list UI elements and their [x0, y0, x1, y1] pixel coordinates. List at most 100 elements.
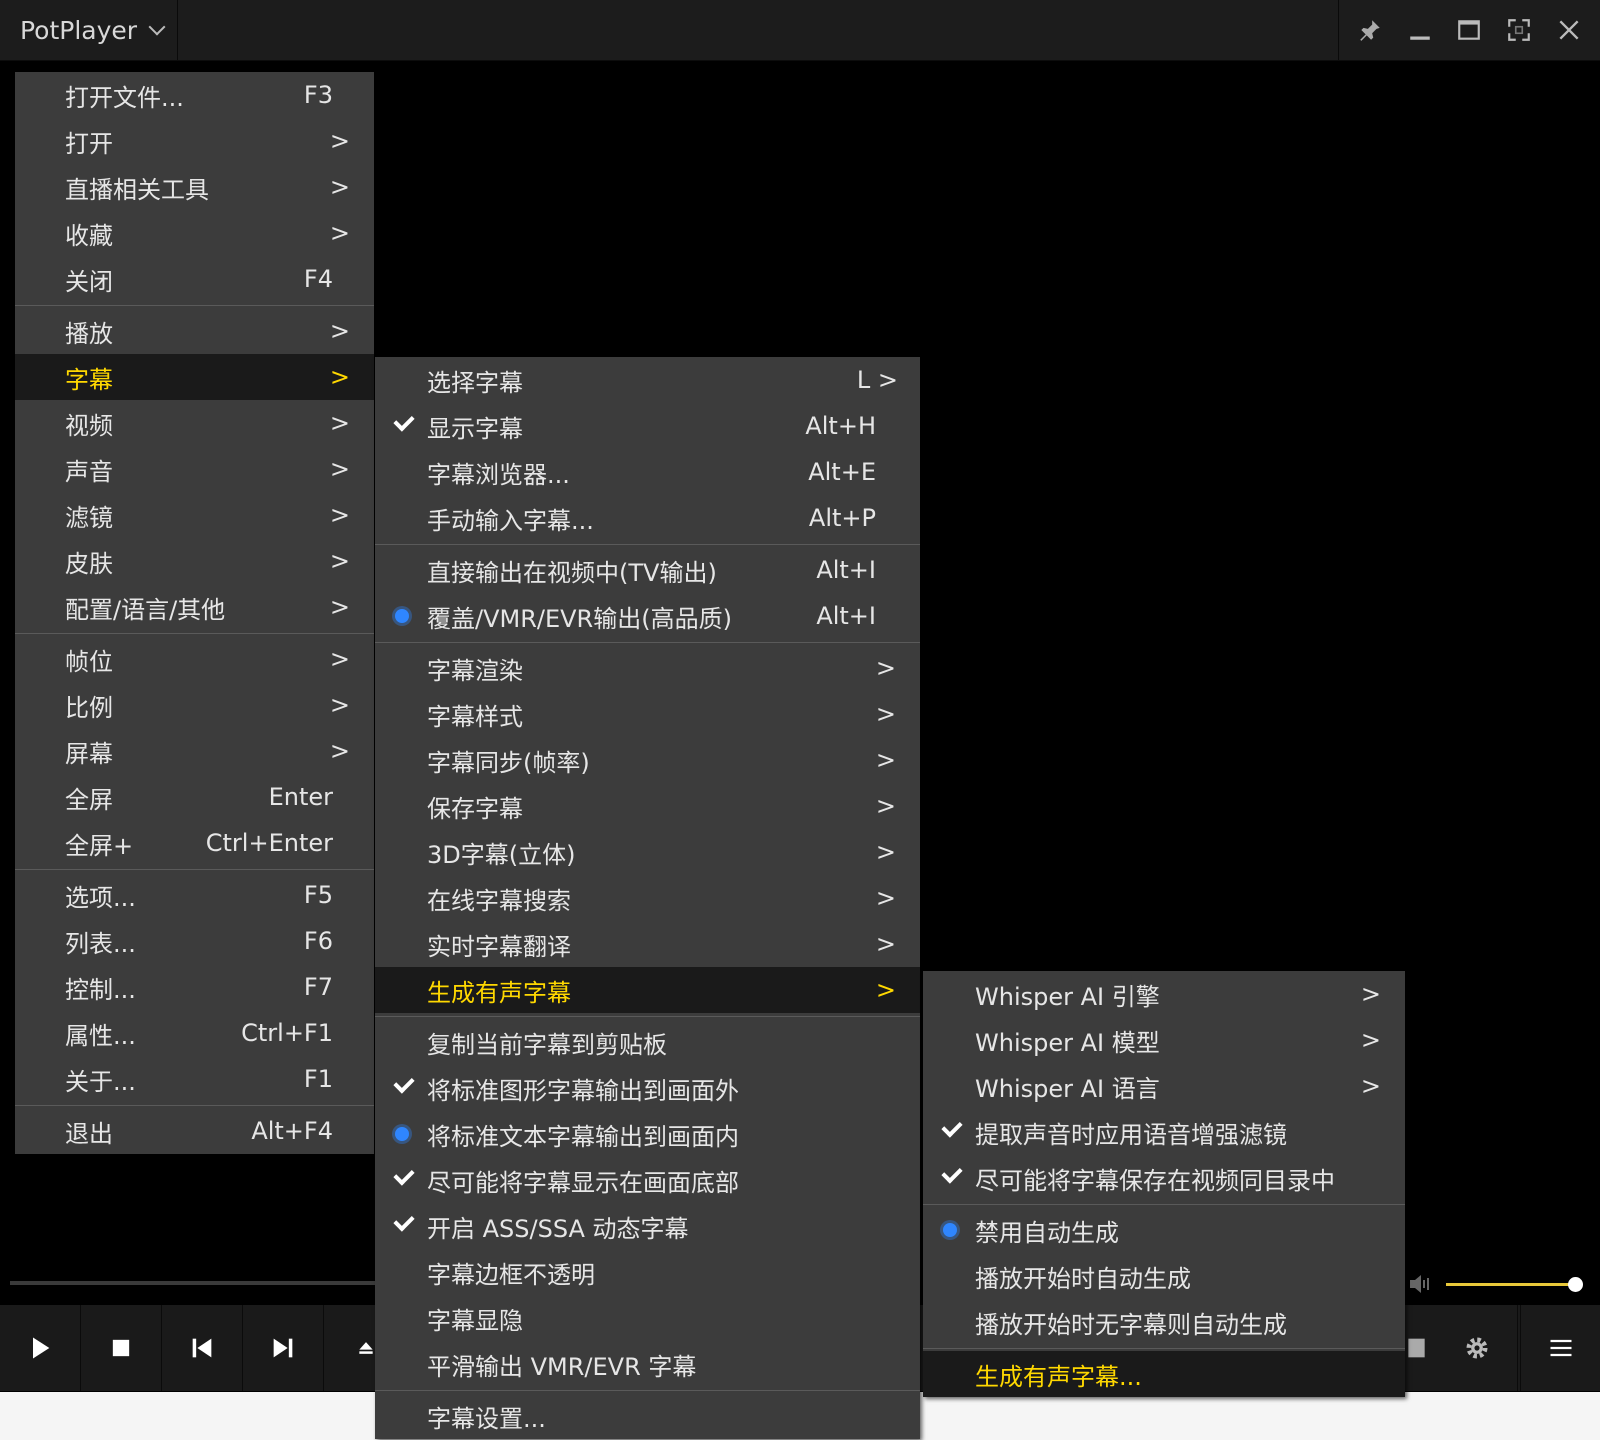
menu-item-text-inside[interactable]: 将标准文本字幕输出到画面内: [375, 1111, 920, 1157]
checkmark-icon: [941, 1116, 963, 1138]
app-title: PotPlayer: [20, 15, 138, 45]
fullscreen-button[interactable]: [1501, 12, 1537, 48]
menu-item-online-search[interactable]: 在线字幕搜索 >: [375, 875, 920, 921]
menu-item-3d-subtitle[interactable]: 3D字幕(立体) >: [375, 829, 920, 875]
menu-item-subtitle-browser[interactable]: 字幕浏览器... Alt+E: [375, 449, 920, 495]
stop-button[interactable]: [81, 1305, 162, 1391]
subtitle-submenu: 选择字幕 L > 显示字幕 Alt+H 字幕浏览器... Alt+E 手动输入字幕..…: [375, 357, 920, 1439]
menu-item-subtitle-sync[interactable]: 字幕同步(帧率) >: [375, 737, 920, 783]
submenu-arrow-icon: >: [329, 691, 350, 719]
menu-separator: [15, 305, 374, 306]
menu-item-show-bottom[interactable]: 尽可能将字幕显示在画面底部: [375, 1157, 920, 1203]
menu-item-skin[interactable]: 皮肤 >: [15, 538, 374, 584]
main-context-menu: 打开文件... F3 打开 > 直播相关工具 > 收藏 > 关闭 F4 播放 > 字幕 > 视…: [15, 72, 374, 1154]
menu-item-save-subtitle[interactable]: 保存字幕 >: [375, 783, 920, 829]
menu-item-auto-on-play[interactable]: 播放开始时自动生成: [923, 1253, 1405, 1299]
app-menu-button[interactable]: PotPlayer: [0, 0, 178, 60]
menu-item-speech-enhance[interactable]: 提取声音时应用语音增强滤镜: [923, 1109, 1405, 1155]
menu-item-save-with-video[interactable]: 尽可能将字幕保存在视频同目录中: [923, 1155, 1405, 1201]
menu-item-disable-auto[interactable]: 禁用自动生成: [923, 1207, 1405, 1253]
menu-item-smooth-output[interactable]: 平滑输出 VMR/EVR 字幕: [375, 1341, 920, 1387]
submenu-arrow-icon: >: [329, 593, 350, 621]
menu-item-playlist[interactable]: 列表... F6: [15, 918, 374, 964]
menu-item-generate-now[interactable]: 生成有声字幕...: [923, 1351, 1405, 1397]
volume-level: [1446, 1283, 1571, 1286]
menu-item-config-language[interactable]: 配置/语言/其他 >: [15, 584, 374, 630]
menu-item-properties[interactable]: 属性... Ctrl+F1: [15, 1010, 374, 1056]
pin-button[interactable]: [1352, 12, 1388, 48]
menu-item-whisper-engine[interactable]: Whisper AI 引擎 >: [923, 971, 1405, 1017]
menu-item-audio[interactable]: 声音 >: [15, 446, 374, 492]
menu-item-fullscreen[interactable]: 全屏 Enter: [15, 774, 374, 820]
menu-item-copy-subtitle[interactable]: 复制当前字幕到剪贴板: [375, 1019, 920, 1065]
menu-item-label: 全屏: [65, 785, 113, 814]
main-menu-button[interactable]: [1520, 1305, 1600, 1391]
menu-item-label: 手动输入字幕...: [427, 506, 594, 535]
menu-item-label: 尽可能将字幕保存在视频同目录中: [975, 1166, 1335, 1195]
menu-item-exit[interactable]: 退出 Alt+F4: [15, 1108, 374, 1154]
menu-item-video[interactable]: 视频 >: [15, 400, 374, 446]
menu-item-options[interactable]: 选项... F5: [15, 872, 374, 918]
submenu-arrow-icon: >: [1360, 1026, 1381, 1054]
menu-item-whisper-language[interactable]: Whisper AI 语言 >: [923, 1063, 1405, 1109]
menu-item-open-file[interactable]: 打开文件... F3: [15, 72, 374, 118]
minimize-button[interactable]: [1402, 12, 1438, 48]
previous-button[interactable]: [162, 1305, 243, 1391]
menu-item-ass-ssa[interactable]: 开启 ASS/SSA 动态字幕: [375, 1203, 920, 1249]
menu-item-filters[interactable]: 滤镜 >: [15, 492, 374, 538]
menu-item-open[interactable]: 打开 >: [15, 118, 374, 164]
menu-item-label: 帧位: [65, 647, 113, 676]
menu-item-label: 字幕样式: [427, 702, 523, 731]
volume-knob[interactable]: [1568, 1277, 1583, 1292]
menu-item-label: 关于...: [65, 1067, 136, 1096]
next-button[interactable]: [243, 1305, 324, 1391]
radio-selected-icon: [395, 1127, 409, 1141]
close-button[interactable]: [1551, 12, 1587, 48]
menu-item-playback[interactable]: 播放 >: [15, 308, 374, 354]
menu-item-generate-audio-subtitle[interactable]: 生成有声字幕 >: [375, 967, 920, 1013]
submenu-arrow-icon: >: [329, 455, 350, 483]
window-controls: [1338, 0, 1600, 60]
eject-button[interactable]: [324, 1305, 380, 1391]
menu-item-opaque-border[interactable]: 字幕边框不透明: [375, 1249, 920, 1295]
menu-item-shortcut: Alt+I: [816, 602, 876, 630]
menu-item-label: Whisper AI 引擎: [975, 982, 1160, 1011]
menu-item-select-subtitle[interactable]: 选择字幕 L >: [375, 357, 920, 403]
seek-bar[interactable]: [10, 1281, 380, 1285]
menu-item-shortcut: Alt+F4: [251, 1117, 333, 1145]
menu-item-screen[interactable]: 屏幕 >: [15, 728, 374, 774]
menu-item-control[interactable]: 控制... F7: [15, 964, 374, 1010]
menu-item-fullscreen-plus[interactable]: 全屏+ Ctrl+Enter: [15, 820, 374, 866]
menu-item-aspect-ratio[interactable]: 比例 >: [15, 682, 374, 728]
maximize-button[interactable]: [1451, 12, 1487, 48]
playlist-button[interactable]: [1405, 1305, 1435, 1391]
menu-item-live-tools[interactable]: 直播相关工具 >: [15, 164, 374, 210]
menu-item-subtitle-render[interactable]: 字幕渲染 >: [375, 645, 920, 691]
menu-item-frame[interactable]: 帧位 >: [15, 636, 374, 682]
menu-item-subtitle-style[interactable]: 字幕样式 >: [375, 691, 920, 737]
stop-icon: [112, 1339, 130, 1357]
settings-button[interactable]: [1437, 1305, 1518, 1391]
menu-item-toggle-subtitle[interactable]: 字幕显隐: [375, 1295, 920, 1341]
menu-item-auto-if-none[interactable]: 播放开始时无字幕则自动生成: [923, 1299, 1405, 1345]
menu-item-label: Whisper AI 模型: [975, 1028, 1160, 1057]
submenu-arrow-icon: >: [329, 173, 350, 201]
volume-slider[interactable]: [1408, 1275, 1583, 1293]
menu-item-subtitle-settings[interactable]: 字幕设置...: [375, 1393, 920, 1439]
submenu-arrow-icon: >: [875, 700, 896, 728]
menu-item-label: 开启 ASS/SSA 动态字幕: [427, 1214, 689, 1243]
radio-selected-icon: [395, 609, 409, 623]
menu-item-show-subtitle[interactable]: 显示字幕 Alt+H: [375, 403, 920, 449]
menu-item-about[interactable]: 关于... F1: [15, 1056, 374, 1102]
menu-item-graphic-outside[interactable]: 将标准图形字幕输出到画面外: [375, 1065, 920, 1111]
menu-item-subtitle[interactable]: 字幕 >: [15, 354, 374, 400]
menu-item-label: 配置/语言/其他: [65, 595, 226, 624]
menu-item-live-translate[interactable]: 实时字幕翻译 >: [375, 921, 920, 967]
play-button[interactable]: [0, 1305, 81, 1391]
menu-item-tv-output[interactable]: 直接输出在视频中(TV输出) Alt+I: [375, 547, 920, 593]
menu-item-favorites[interactable]: 收藏 >: [15, 210, 374, 256]
menu-item-whisper-model[interactable]: Whisper AI 模型 >: [923, 1017, 1405, 1063]
menu-item-manual-input[interactable]: 手动输入字幕... Alt+P: [375, 495, 920, 541]
menu-item-close[interactable]: 关闭 F4: [15, 256, 374, 302]
menu-item-overlay-output[interactable]: 覆盖/VMR/EVR输出(高品质) Alt+I: [375, 593, 920, 639]
